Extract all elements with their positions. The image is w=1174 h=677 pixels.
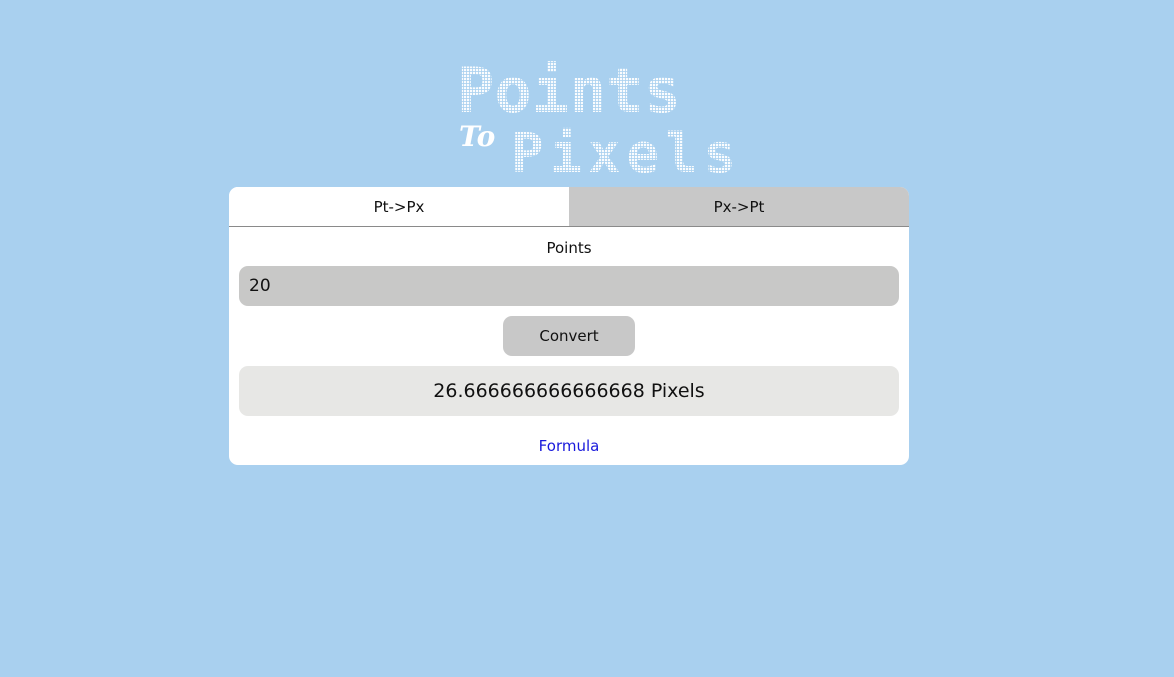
convert-button[interactable]: Convert: [503, 316, 635, 356]
formula-row: Formula: [229, 436, 909, 455]
tab-px-to-pt[interactable]: Px->Pt: [569, 187, 909, 226]
converter-card: Pt->Px Px->Pt Points Convert 26.66666666…: [229, 187, 909, 465]
logo: Points To Pixels: [455, 60, 735, 178]
convert-button-row: Convert: [229, 316, 909, 356]
formula-link[interactable]: Formula: [539, 437, 600, 455]
logo-to-word: To: [459, 120, 495, 153]
tab-bar: Pt->Px Px->Pt: [229, 187, 909, 227]
logo-points-word: Points: [457, 60, 681, 127]
logo-graphic: Points To Pixels: [457, 60, 735, 178]
points-input-wrap: [239, 266, 899, 306]
points-field-label: Points: [546, 239, 592, 257]
tab-pt-to-px[interactable]: Pt->Px: [229, 187, 569, 226]
result-display: 26.666666666666668 Pixels: [239, 366, 899, 416]
points-input[interactable]: [239, 266, 899, 306]
logo-pixels-word: Pixels: [511, 122, 735, 178]
